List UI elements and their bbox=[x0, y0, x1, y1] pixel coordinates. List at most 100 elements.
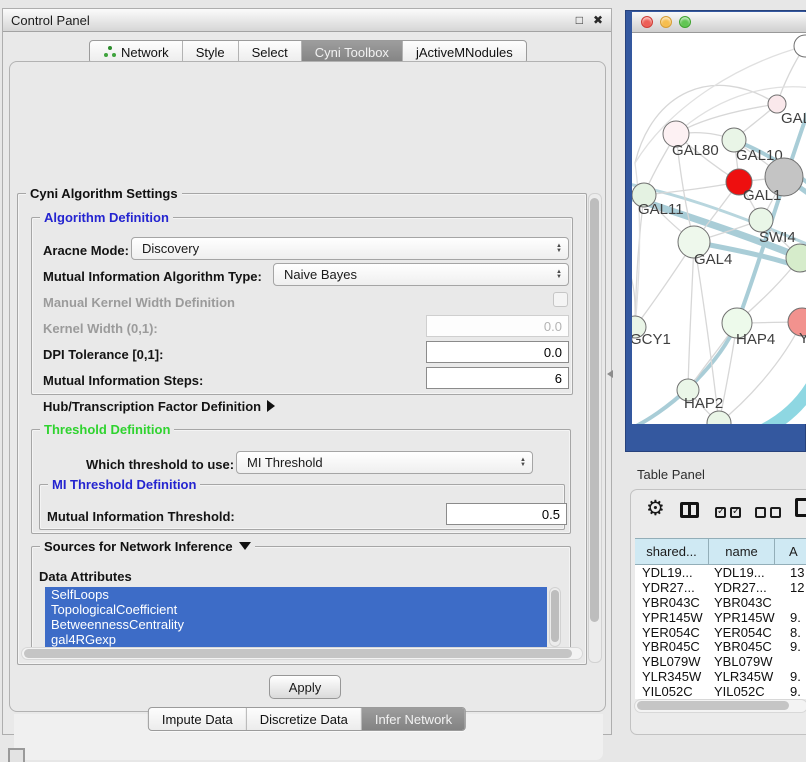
select-all-checkboxes-icon[interactable] bbox=[715, 507, 741, 518]
cell-shared-name: YIL052C bbox=[635, 684, 709, 699]
table-header-row: shared... name A bbox=[635, 538, 806, 565]
settings-hscrollbar[interactable] bbox=[21, 647, 583, 660]
docked-panel-icon[interactable] bbox=[8, 748, 25, 762]
cyni-bottom-tab-bar: Impute Data Discretize Data Infer Networ… bbox=[148, 707, 466, 731]
data-attributes-list[interactable]: SelfLoops TopologicalCoefficient Between… bbox=[45, 587, 547, 647]
stepper-arrows-icon: ▲▼ bbox=[556, 265, 562, 284]
which-threshold-select[interactable]: MI Threshold ▲▼ bbox=[236, 451, 533, 474]
data-attribute-item[interactable]: SelfLoops bbox=[45, 587, 547, 602]
desktop: Control Panel □ ✖ Network Style Select C… bbox=[0, 0, 806, 762]
cyni-bottom-tab[interactable]: Infer Network bbox=[361, 708, 465, 730]
tab-label: Impute Data bbox=[162, 712, 233, 727]
mi-steps-field[interactable]: 6 bbox=[426, 367, 569, 389]
cell-name: YER054C bbox=[709, 625, 775, 640]
cell-shared-name: YBR045C bbox=[635, 639, 709, 654]
control-panel-tab[interactable]: Cyni Toolbox bbox=[301, 41, 402, 63]
mi-threshold-field[interactable]: 0.5 bbox=[446, 503, 567, 525]
document-icon[interactable] bbox=[795, 498, 806, 517]
minimize-traffic-light[interactable] bbox=[660, 16, 672, 28]
attributes-scrollbar[interactable] bbox=[549, 587, 561, 647]
zoom-traffic-light[interactable] bbox=[679, 16, 691, 28]
table-hscrollbar-thumb[interactable] bbox=[637, 701, 789, 710]
table-row[interactable]: YPR145W YPR145W 9. bbox=[635, 610, 806, 625]
network-node[interactable] bbox=[786, 244, 806, 272]
table-column-header[interactable]: name bbox=[709, 539, 775, 564]
cyni-bottom-tab[interactable]: Impute Data bbox=[149, 708, 246, 730]
group-title: Cyni Algorithm Settings bbox=[26, 186, 182, 201]
kernel-width-label: Kernel Width (0,1): bbox=[43, 321, 158, 336]
dpi-tolerance-label: DPI Tolerance [0,1]: bbox=[43, 347, 163, 362]
group-title: Threshold Definition bbox=[40, 422, 174, 437]
gear-icon[interactable]: ⚙ bbox=[646, 496, 665, 521]
settings-hscrollbar-thumb[interactable] bbox=[24, 649, 572, 658]
kernel-width-field[interactable]: 0.0 bbox=[426, 315, 569, 337]
table-column-header[interactable]: shared... bbox=[635, 539, 709, 564]
splitter-collapse-icon[interactable] bbox=[607, 370, 613, 378]
network-node-label: GAL bbox=[781, 110, 806, 127]
table-row[interactable]: YDL19... YDL19... 13 bbox=[635, 565, 806, 580]
data-attribute-item[interactable]: TopologicalCoefficient bbox=[45, 602, 547, 617]
network-node[interactable] bbox=[794, 35, 806, 57]
table-body: YDL19... YDL19... 13 YDR27... YDR27... 1… bbox=[635, 565, 806, 699]
cell-name: YDL19... bbox=[709, 565, 775, 580]
cell-value: 12 bbox=[775, 580, 806, 595]
network-node-label: GAL80 bbox=[672, 142, 719, 159]
tab-label: Select bbox=[252, 45, 288, 60]
attributes-scrollbar-thumb[interactable] bbox=[551, 590, 559, 642]
cyni-bottom-tab[interactable]: Discretize Data bbox=[246, 708, 361, 730]
cell-shared-name: YPR145W bbox=[635, 610, 709, 625]
control-panel-tab[interactable]: jActiveMNodules bbox=[402, 41, 526, 63]
cell-shared-name: YBL079W bbox=[635, 654, 709, 669]
control-panel-titlebar: Control Panel □ ✖ bbox=[3, 9, 611, 32]
float-window-icon[interactable]: □ bbox=[576, 13, 583, 27]
dpi-tolerance-field[interactable]: 0.0 bbox=[426, 341, 569, 363]
hub-definition-toggle[interactable]: Hub/Transcription Factor Definition bbox=[43, 399, 275, 414]
cell-value: 9. bbox=[775, 669, 806, 684]
aracne-mode-select[interactable]: Discovery ▲▼ bbox=[131, 237, 569, 260]
settings-scrollbar[interactable] bbox=[588, 193, 602, 663]
network-node[interactable] bbox=[707, 411, 731, 424]
data-attributes-label: Data Attributes bbox=[39, 569, 132, 584]
network-node-label: GAL11 bbox=[638, 201, 684, 218]
table-hscrollbar[interactable] bbox=[634, 699, 806, 713]
close-traffic-light[interactable] bbox=[641, 16, 653, 28]
control-panel-window: Control Panel □ ✖ Network Style Select C… bbox=[2, 8, 612, 735]
panel-title: Control Panel bbox=[11, 13, 566, 28]
deselect-all-checkboxes-icon[interactable] bbox=[755, 507, 781, 518]
close-icon[interactable]: ✖ bbox=[593, 13, 603, 27]
table-row[interactable]: YER054C YER054C 8. bbox=[635, 625, 806, 640]
control-panel-tab[interactable]: Network bbox=[90, 41, 182, 63]
sources-toggle[interactable]: Sources for Network Inference bbox=[40, 539, 255, 554]
data-attribute-item[interactable]: BetweennessCentrality bbox=[45, 617, 547, 632]
control-panel-tab[interactable]: Select bbox=[238, 41, 301, 63]
group-title: Algorithm Definition bbox=[40, 210, 173, 225]
split-columns-icon[interactable] bbox=[680, 502, 699, 518]
cell-value: 8. bbox=[775, 625, 806, 640]
unchecked-box-icon bbox=[755, 507, 766, 518]
cell-name: YBL079W bbox=[709, 654, 775, 669]
cell-name: YIL052C bbox=[709, 684, 775, 699]
settings-scrollbar-thumb[interactable] bbox=[590, 198, 599, 622]
aracne-mode-label: Aracne Mode: bbox=[43, 243, 129, 258]
mi-algorithm-type-select[interactable]: Naive Bayes ▲▼ bbox=[273, 263, 569, 286]
apply-button[interactable]: Apply bbox=[269, 675, 341, 699]
table-row[interactable]: YDR27... YDR27... 12 bbox=[635, 580, 806, 595]
tab-label: Infer Network bbox=[375, 712, 452, 727]
expand-right-icon bbox=[267, 400, 275, 412]
manual-kernel-width-label: Manual Kernel Width Definition bbox=[43, 295, 235, 310]
control-panel-tab[interactable]: Style bbox=[182, 41, 238, 63]
cell-name: YPR145W bbox=[709, 610, 775, 625]
table-row[interactable]: YBR043C YBR043C bbox=[635, 595, 806, 610]
table-column-header[interactable]: A bbox=[775, 539, 806, 564]
network-canvas[interactable]: GALGAL80GAL10GAL1GAL11SWI4GAL4GCY1HAP4YH… bbox=[632, 33, 806, 424]
mi-steps-label: Mutual Information Steps: bbox=[43, 373, 203, 388]
network-node-label: GAL1 bbox=[743, 187, 781, 204]
manual-kernel-width-checkbox[interactable] bbox=[553, 292, 568, 307]
cell-name: YBR043C bbox=[709, 595, 775, 610]
table-row[interactable]: YBR045C YBR045C 9. bbox=[635, 639, 806, 654]
table-row[interactable]: YIL052C YIL052C 9. bbox=[635, 684, 806, 699]
network-node-label: Y bbox=[799, 330, 806, 347]
table-row[interactable]: YLR345W YLR345W 9. bbox=[635, 669, 806, 684]
table-row[interactable]: YBL079W YBL079W bbox=[635, 654, 806, 669]
data-attribute-item[interactable]: gal4RGexp bbox=[45, 632, 547, 647]
